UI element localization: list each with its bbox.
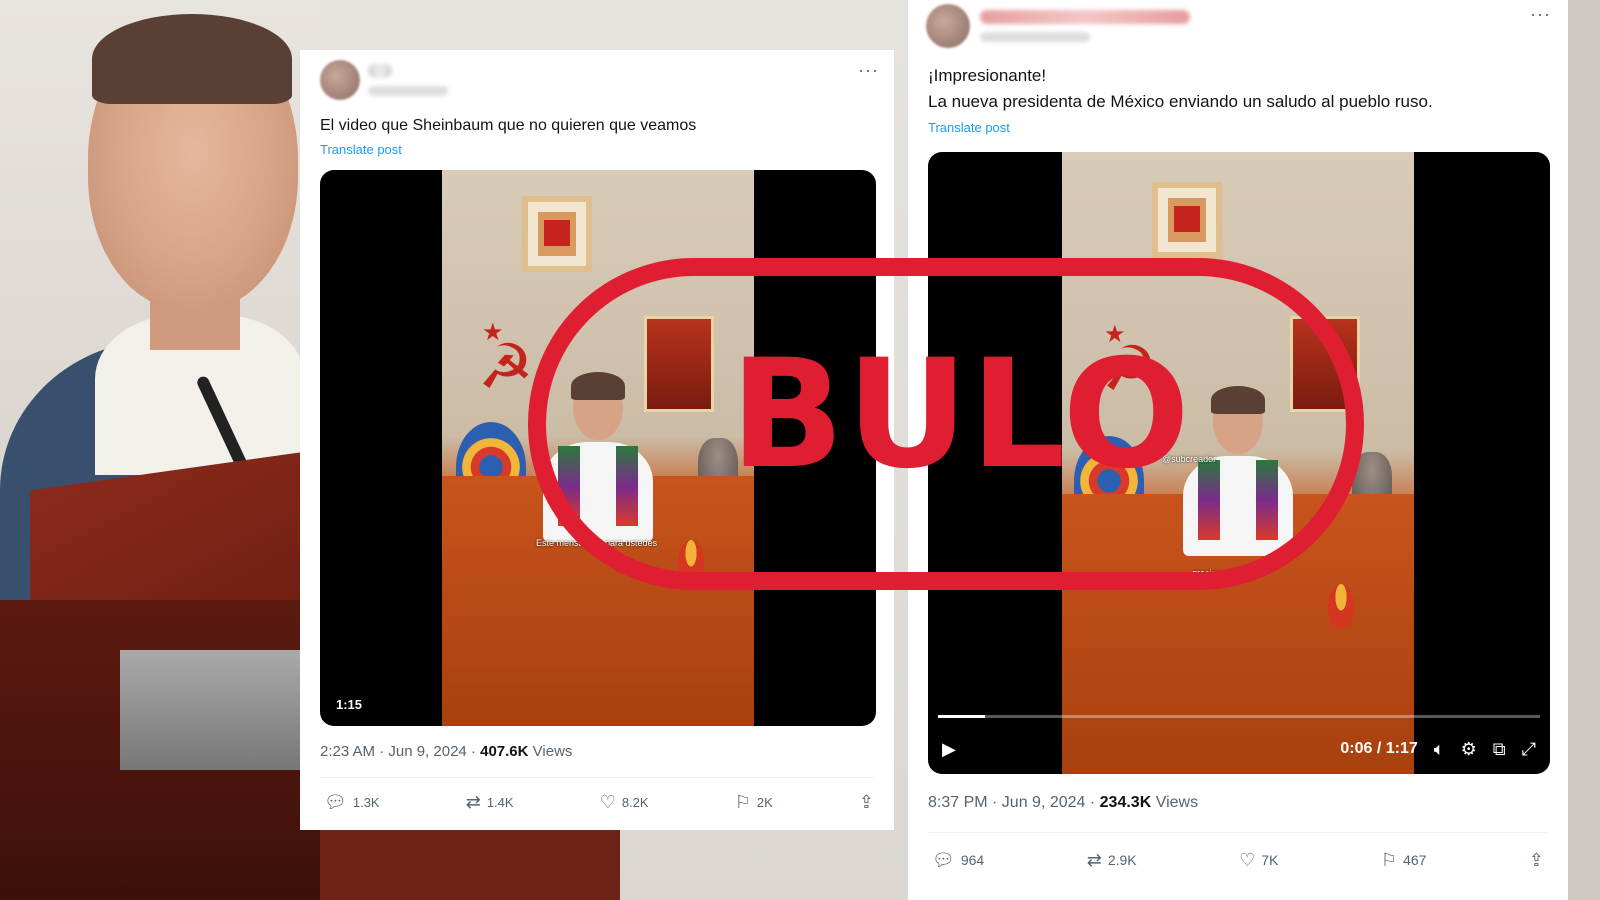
views-count: 234.3K	[1099, 794, 1152, 811]
repost-count: 2.9K	[1107, 852, 1137, 868]
framed-medal	[522, 196, 592, 272]
video-duration: 1:15	[336, 697, 363, 712]
bookmark-button[interactable]: ⚐ 467	[1381, 850, 1427, 871]
avatar[interactable]	[320, 60, 360, 100]
reply-count: 964	[960, 852, 985, 868]
timestamp[interactable]: 2:23 AM · Jun 9, 2024 ·	[320, 743, 476, 760]
bookmark-count: 467	[1403, 852, 1427, 868]
repost-button[interactable]: ⇄ 2.9K	[1087, 850, 1137, 871]
repost-icon: ⇄	[465, 791, 481, 813]
heart-icon: ♡	[599, 791, 616, 813]
person-hair	[92, 14, 292, 104]
blurred-handle	[980, 32, 1090, 42]
like-button[interactable]: ♡ 7K	[1239, 850, 1278, 871]
hammer-sickle-icon: ☭	[478, 330, 534, 403]
translate-post-link[interactable]: Translate post	[320, 142, 402, 157]
reply-count: 1.3K	[352, 794, 380, 810]
like-button[interactable]: ♡ 8.2K	[600, 792, 649, 813]
divider	[928, 832, 1548, 833]
like-count: 7K	[1261, 852, 1279, 868]
repost-count: 1.4K	[486, 794, 514, 810]
tweet-text-line1: ¡Impresionante!	[928, 66, 1047, 85]
video-progress-fill	[938, 715, 985, 718]
reply-button[interactable]: 💬︎ 1.3K	[324, 792, 380, 813]
bookmark-button[interactable]: ⚐ 2K	[735, 792, 773, 813]
matryoshka-doll	[1328, 584, 1354, 628]
tweet-actions: 💬︎ 964 ⇄ 2.9K ♡ 7K ⚐ 467 ⇪	[932, 848, 1544, 872]
more-icon[interactable]: ···	[858, 60, 879, 81]
reply-icon: 💬︎	[324, 791, 347, 813]
video-time: 0:06 / 1:17	[1340, 740, 1418, 757]
views-label: Views	[532, 743, 573, 760]
framed-medal	[1152, 182, 1222, 258]
bookmark-icon: ⚐	[1380, 849, 1398, 871]
blurred-handle	[368, 86, 448, 96]
blurred-display-name	[368, 64, 392, 78]
podium-foot	[320, 830, 620, 900]
tweet-header	[320, 60, 448, 100]
like-count: 8.2K	[621, 794, 649, 810]
pip-icon[interactable]: ⧉	[1493, 739, 1506, 760]
tweet-text-line2: La nueva presidenta de México enviando u…	[928, 92, 1433, 111]
views-label: Views	[1155, 794, 1199, 811]
tweet-header	[926, 4, 1190, 48]
repost-icon: ⇄	[1086, 849, 1102, 871]
heart-icon: ♡	[1239, 849, 1256, 871]
user-info	[980, 10, 1190, 42]
tweet-actions: 💬︎ 1.3K ⇄ 1.4K ♡ 8.2K ⚐ 2K ⇪	[324, 790, 874, 814]
tweet-text: El video que Sheinbaum que no quieren qu…	[320, 117, 697, 134]
fullscreen-icon[interactable]: ⤢	[1522, 739, 1536, 760]
share-button[interactable]: ⇪	[859, 792, 874, 813]
share-button[interactable]: ⇪	[1529, 850, 1544, 871]
gear-icon[interactable]: ⚙	[1461, 739, 1477, 760]
more-icon[interactable]: ···	[1530, 4, 1551, 25]
bookmark-count: 2K	[756, 794, 773, 810]
reply-button[interactable]: 💬︎ 964	[932, 850, 984, 871]
podium-panel	[120, 650, 320, 770]
tweet-meta: 8:37 PM · Jun 9, 2024 · 234.3K Views	[928, 794, 1198, 812]
reply-icon: 💬︎	[932, 849, 955, 871]
share-icon: ⇪	[858, 791, 874, 813]
views-count: 407.6K	[480, 743, 529, 760]
share-icon: ⇪	[1528, 849, 1544, 871]
divider	[320, 777, 874, 778]
volume-icon[interactable]: 🔈︎	[1434, 739, 1445, 760]
user-info	[368, 64, 448, 96]
play-icon[interactable]: ▶	[942, 739, 956, 760]
blurred-display-name	[980, 10, 1190, 24]
video-controls: ▶ 0:06 / 1:17 🔈︎ ⚙ ⧉ ⤢	[942, 734, 1536, 764]
repost-button[interactable]: ⇄ 1.4K	[466, 792, 514, 813]
bulo-stamp-text: BULO	[730, 328, 1192, 502]
avatar[interactable]	[926, 4, 970, 48]
bookmark-icon: ⚐	[734, 791, 751, 813]
background-photo	[0, 0, 320, 900]
tweet-meta: 2:23 AM · Jun 9, 2024 · 407.6K Views	[320, 743, 572, 760]
video-progress-bar[interactable]	[938, 715, 1540, 718]
translate-post-link[interactable]: Translate post	[928, 120, 1010, 135]
timestamp[interactable]: 8:37 PM · Jun 9, 2024 ·	[928, 794, 1095, 811]
